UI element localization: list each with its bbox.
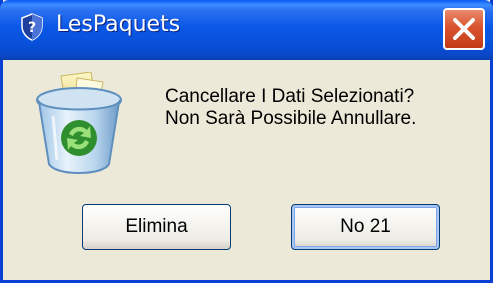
- dialog-window: ? LesPaquets Cancellare I Dati Seleziona…: [0, 0, 493, 283]
- shield-help-icon: ?: [20, 13, 44, 41]
- confirmation-message: Cancellare I Dati Selezionati? Non Sarà …: [165, 86, 416, 130]
- recycle-bin-icon: [31, 71, 127, 178]
- delete-button[interactable]: Elimina: [82, 204, 231, 250]
- message-line: Non Sarà Possibile Annullare.: [165, 108, 417, 129]
- svg-text:?: ?: [28, 20, 36, 36]
- title-bar[interactable]: ? LesPaquets: [0, 0, 493, 60]
- close-button[interactable]: [443, 8, 485, 50]
- no-button[interactable]: No 21: [291, 204, 440, 250]
- window-title: LesPaquets: [56, 12, 181, 37]
- message-line: Cancellare I Dati Selezionati?: [165, 86, 415, 107]
